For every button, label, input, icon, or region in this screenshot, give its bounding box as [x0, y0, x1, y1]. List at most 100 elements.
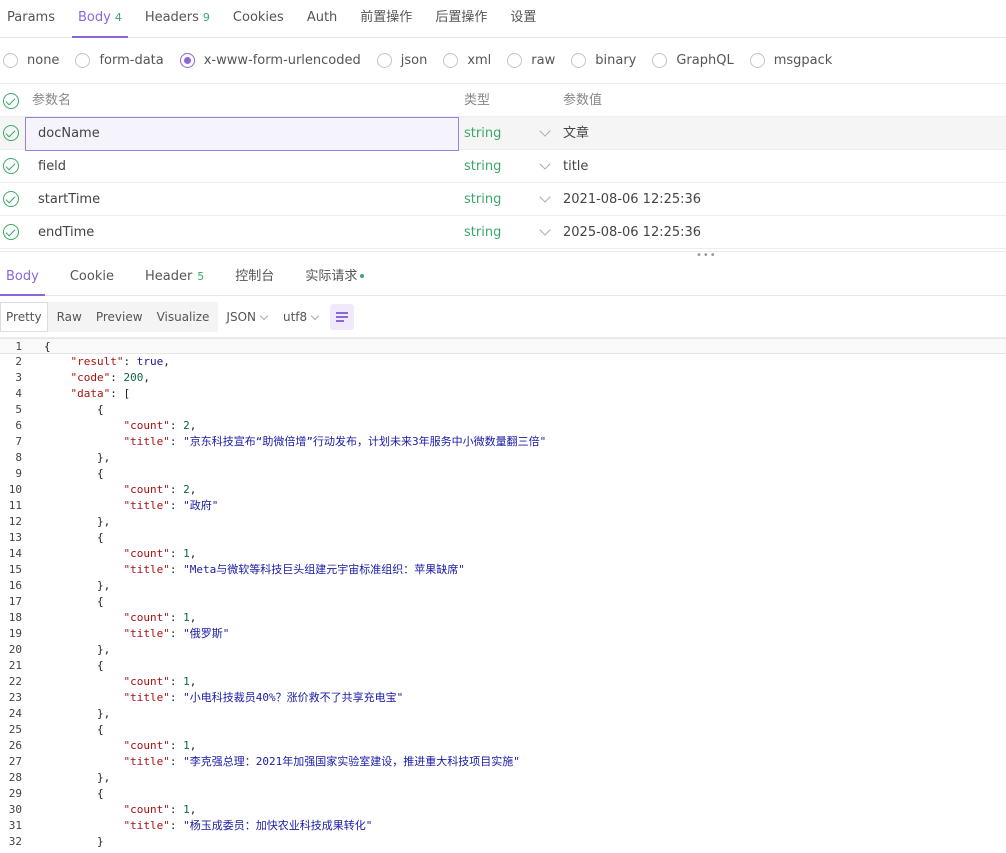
table-header: 参数名 类型 参数值 — [0, 85, 1006, 117]
line-number: 1 — [15, 340, 22, 353]
radio-label: x-www-form-urlencoded — [203, 53, 361, 68]
radio-selected-icon — [179, 53, 195, 68]
response-tab-console[interactable]: 控制台 — [229, 260, 280, 296]
format-toolbar: Pretty Raw Preview Visualize JSON utf8 — [0, 300, 1006, 334]
view-mode-group: Pretty Raw Preview Visualize — [0, 302, 219, 332]
language-value: JSON — [226, 310, 256, 324]
code-line: 30 "count": 1, — [0, 802, 1006, 818]
param-type[interactable]: string — [464, 117, 501, 150]
line-number: 11 — [8, 499, 22, 512]
param-type[interactable]: string — [464, 216, 501, 249]
chevron-down-icon[interactable] — [539, 224, 551, 236]
word-wrap-icon[interactable] — [330, 304, 355, 330]
tab-params[interactable]: Params — [1, 0, 61, 38]
radio-msgpack[interactable]: msgpack — [749, 53, 833, 68]
code-text: "data": [ — [70, 387, 131, 400]
code-text: { — [44, 595, 104, 608]
enabled-check-icon[interactable] — [3, 224, 19, 240]
line-number: 13 — [8, 531, 22, 544]
enabled-check-icon[interactable] — [3, 125, 19, 141]
status-dot-icon — [360, 274, 365, 278]
param-name[interactable]: startTime — [38, 183, 100, 216]
line-number: 18 — [8, 611, 22, 624]
tab-post-processors[interactable]: 后置操作 — [429, 0, 493, 38]
code-text: "title": "小电科技裁员40%？涨价救不了共享充电宝" — [123, 691, 404, 704]
tab-settings[interactable]: 设置 — [504, 0, 542, 38]
code-line: 16 }, — [0, 578, 1006, 594]
radio-binary[interactable]: binary — [571, 53, 636, 68]
radio-graphql[interactable]: GraphQL — [652, 53, 734, 68]
radio-label: msgpack — [773, 53, 833, 68]
select-all-check-icon[interactable] — [3, 93, 19, 109]
code-text: }, — [44, 771, 111, 784]
tab-label: Cookie — [69, 268, 114, 284]
radio-circle-icon — [75, 53, 91, 68]
enabled-check-icon[interactable] — [3, 158, 19, 174]
param-type[interactable]: string — [464, 183, 501, 216]
encoding-value: utf8 — [282, 310, 308, 324]
param-name[interactable]: docName — [38, 117, 100, 150]
language-select[interactable]: JSON — [226, 310, 269, 324]
radio-xml[interactable]: xml — [443, 53, 491, 68]
chevron-down-icon[interactable] — [539, 158, 551, 170]
response-tab-header[interactable]: Header 5 — [139, 260, 210, 296]
param-value[interactable]: title — [563, 150, 588, 183]
param-value[interactable]: 文章 — [563, 117, 589, 150]
code-line: 2 "result": true, — [0, 354, 1006, 370]
code-text: }, — [44, 643, 111, 656]
tab-auth[interactable]: Auth — [301, 0, 343, 38]
code-line: 17 { — [0, 594, 1006, 610]
mode-raw[interactable]: Raw — [52, 302, 87, 332]
radio-form-data[interactable]: form-data — [75, 53, 164, 68]
enabled-check-icon[interactable] — [3, 191, 19, 207]
radio-json[interactable]: json — [376, 53, 427, 68]
mode-visualize[interactable]: Visualize — [152, 302, 215, 332]
tab-label: Body — [6, 268, 39, 284]
tab-label: Params — [7, 9, 55, 25]
radio-circle-icon — [507, 53, 523, 68]
line-number: 5 — [15, 403, 22, 416]
chevron-down-icon — [310, 311, 320, 320]
response-code-viewer[interactable]: 1{2 "result": true, 3 "code": 200, 4 "data… — [0, 337, 1006, 853]
code-line: 32 } — [0, 834, 1006, 850]
code-line: 27 "title": "李克强总理：2021年加强国家实验室建设，推进重大科技… — [0, 754, 1006, 770]
line-number: 2 — [15, 355, 22, 368]
line-number: 7 — [15, 435, 22, 448]
radio-none[interactable]: none — [3, 53, 59, 68]
tab-headers[interactable]: Headers 9 — [139, 0, 216, 38]
param-value[interactable]: 2025-08-06 12:25:36 — [563, 216, 701, 249]
radio-raw[interactable]: raw — [507, 53, 555, 68]
encoding-select[interactable]: utf8 — [282, 310, 320, 324]
radio-label: xml — [467, 53, 492, 68]
code-text: }, — [44, 707, 111, 720]
code-text: "count": 2, — [123, 483, 197, 496]
chevron-down-icon[interactable] — [539, 125, 551, 137]
radio-urlencoded[interactable]: x-www-form-urlencoded — [179, 53, 361, 68]
code-line: 10 "count": 2, — [0, 482, 1006, 498]
tab-label: 实际请求 — [305, 268, 358, 284]
table-row: field string title — [0, 150, 1006, 183]
mode-preview[interactable]: Preview — [91, 302, 148, 332]
code-text: }, — [44, 451, 111, 464]
param-value[interactable]: 2021-08-06 12:25:36 — [563, 183, 701, 216]
response-tab-actual-request[interactable]: 实际请求 — [299, 260, 370, 296]
param-name[interactable]: endTime — [38, 216, 94, 249]
tab-cookies[interactable]: Cookies — [227, 0, 290, 38]
response-tab-cookie[interactable]: Cookie — [64, 260, 120, 296]
line-number: 31 — [8, 819, 22, 832]
radio-label: form-data — [99, 53, 164, 68]
param-type[interactable]: string — [464, 150, 501, 183]
code-text: "count": 1, — [123, 611, 197, 624]
table-row: startTime string 2021-08-06 12:25:36 — [0, 183, 1006, 216]
chevron-down-icon[interactable] — [539, 191, 551, 203]
response-tab-body[interactable]: Body — [0, 260, 45, 296]
param-name[interactable]: field — [38, 150, 66, 183]
code-text: { — [44, 403, 104, 416]
tab-body[interactable]: Body 4 — [71, 0, 128, 38]
drag-handle-icon[interactable]: ••• — [696, 251, 717, 261]
radio-label: binary — [595, 53, 637, 68]
tab-pre-processors[interactable]: 前置操作 — [354, 0, 418, 38]
radio-circle-icon — [376, 53, 392, 68]
mode-pretty[interactable]: Pretty — [0, 302, 48, 332]
panel-resizer[interactable]: ••• — [0, 251, 1006, 261]
